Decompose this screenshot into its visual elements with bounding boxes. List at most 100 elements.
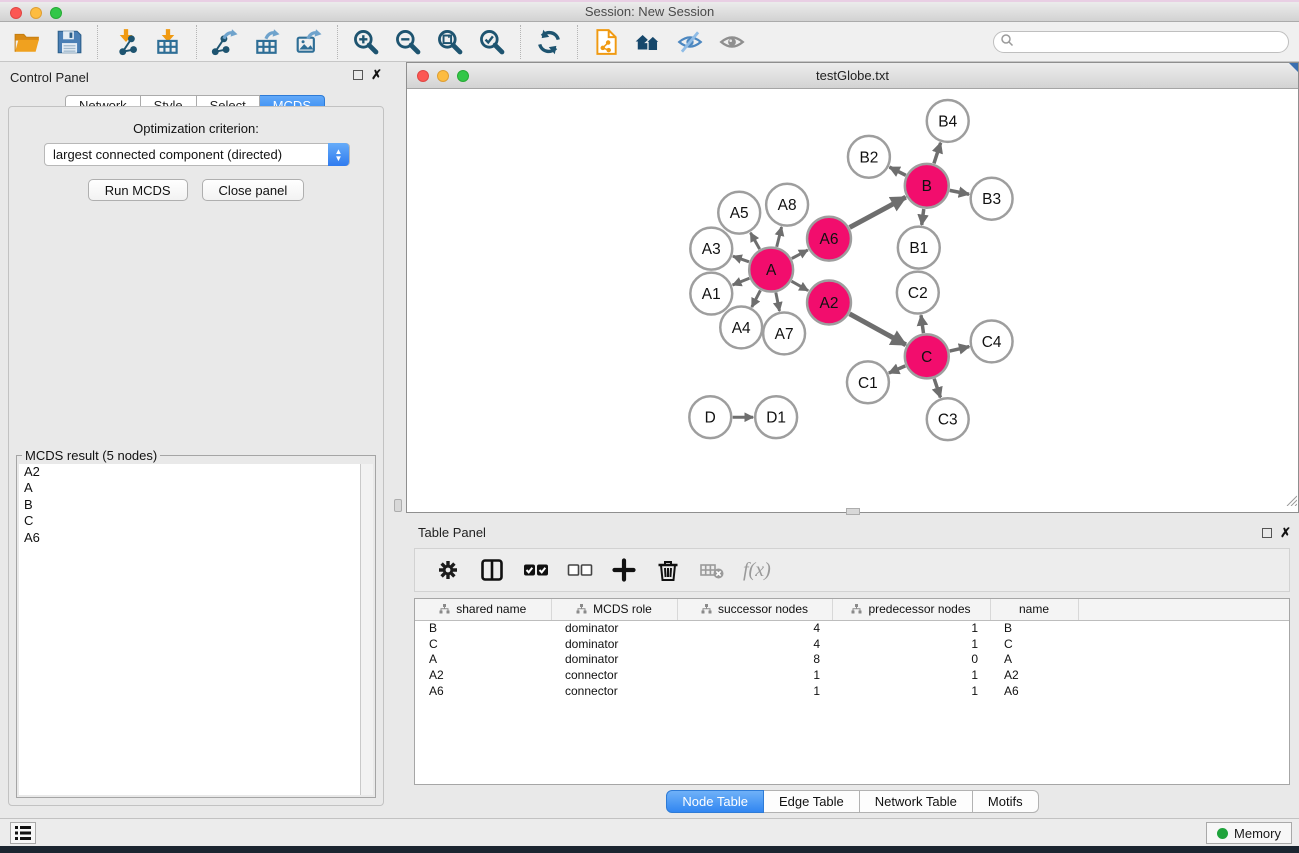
table-cell[interactable]: connector [551, 667, 677, 683]
graph-node-C3[interactable]: C3 [927, 398, 969, 440]
table-cell[interactable]: 1 [832, 683, 990, 699]
graph-node-A6[interactable]: A6 [807, 217, 851, 261]
graph-node-C2[interactable]: C2 [897, 272, 939, 314]
export-network-button[interactable] [204, 24, 246, 60]
splitter-grip[interactable] [394, 499, 402, 512]
table-cell[interactable]: 8 [677, 651, 832, 667]
graph-edge-A6-B[interactable] [850, 197, 906, 227]
graph-edge-A-A3[interactable] [733, 256, 749, 262]
column-header-predecessor-nodes[interactable]: predecessor nodes [832, 599, 990, 620]
graph-node-B4[interactable]: B4 [927, 100, 969, 142]
run-mcds-button[interactable]: Run MCDS [88, 179, 188, 201]
task-history-button[interactable] [10, 822, 36, 844]
close-window-button[interactable] [10, 7, 22, 19]
table-cell[interactable]: C [990, 636, 1078, 652]
table-cell[interactable] [1078, 651, 1289, 667]
graph-node-A[interactable]: A [749, 248, 793, 292]
column-header-successor-nodes[interactable]: successor nodes [677, 599, 832, 620]
import-table-button[interactable] [147, 24, 189, 60]
table-cell[interactable]: 4 [677, 620, 832, 636]
column-header-MCDS-role[interactable]: MCDS role [551, 599, 677, 620]
graph-edge-A-A2[interactable] [791, 281, 808, 290]
table-cell[interactable] [1078, 636, 1289, 652]
hide-details-button[interactable] [669, 24, 711, 60]
table-cell[interactable]: B [990, 620, 1078, 636]
graph-edge-C-C1[interactable] [889, 366, 905, 373]
mcds-result-item[interactable]: C [19, 513, 360, 529]
table-cell[interactable]: 1 [832, 667, 990, 683]
graph-edge-A-A7[interactable] [776, 293, 780, 311]
graph-edge-B-B3[interactable] [950, 190, 969, 194]
tab-network-table[interactable]: Network Table [860, 790, 973, 813]
table-cell[interactable]: 1 [832, 636, 990, 652]
table-row[interactable]: Bdominator41B [415, 620, 1289, 636]
export-table-button[interactable] [246, 24, 288, 60]
graph-node-B3[interactable]: B3 [971, 178, 1013, 220]
graph-node-A1[interactable]: A1 [690, 273, 732, 315]
table-row[interactable]: Cdominator41C [415, 636, 1289, 652]
graph-edge-A-A6[interactable] [792, 250, 808, 259]
select-columns-button[interactable] [479, 557, 505, 583]
tab-motifs[interactable]: Motifs [973, 790, 1039, 813]
graph-edge-A-A5[interactable] [750, 233, 759, 249]
table-cell[interactable]: A6 [990, 683, 1078, 699]
window-resize-grip[interactable] [1284, 493, 1297, 511]
maximize-window-button[interactable] [50, 7, 62, 19]
mcds-result-item[interactable]: A [19, 480, 360, 496]
mcds-result-item[interactable]: A2 [19, 464, 360, 480]
table-cell[interactable]: 1 [677, 667, 832, 683]
graph-edge-A-A8[interactable] [777, 227, 782, 247]
table-cell[interactable]: C [415, 636, 551, 652]
zoom-fit-button[interactable] [429, 24, 471, 60]
table-cell[interactable]: dominator [551, 636, 677, 652]
table-settings-button[interactable] [435, 557, 461, 583]
criterion-select[interactable]: largest connected component (directed) ▲… [44, 143, 350, 166]
graph-node-C[interactable]: C [905, 334, 949, 378]
table-cell[interactable]: 1 [677, 683, 832, 699]
mcds-list-scrollbar[interactable] [360, 464, 373, 795]
graph-node-D1[interactable]: D1 [755, 396, 797, 438]
table-cell[interactable]: B [415, 620, 551, 636]
graph-edge-C-C4[interactable] [950, 347, 970, 351]
table-cell[interactable]: dominator [551, 620, 677, 636]
table-row[interactable]: Adominator80A [415, 651, 1289, 667]
graph-edge-B-B2[interactable] [889, 167, 905, 175]
table-cell[interactable]: A2 [415, 667, 551, 683]
graph-node-C4[interactable]: C4 [971, 320, 1013, 362]
table-cell[interactable]: A2 [990, 667, 1078, 683]
show-all-columns-button[interactable] [523, 557, 549, 583]
graph-node-B1[interactable]: B1 [898, 227, 940, 269]
table-cell[interactable] [1078, 667, 1289, 683]
close-table-panel-icon[interactable]: ✗ [1280, 528, 1291, 538]
search-input[interactable] [1014, 33, 1288, 51]
tab-node-table[interactable]: Node Table [666, 790, 764, 813]
search-box[interactable] [993, 31, 1289, 53]
mcds-result-item[interactable]: B [19, 497, 360, 513]
table-row[interactable]: A6connector11A6 [415, 683, 1289, 699]
tab-edge-table[interactable]: Edge Table [764, 790, 860, 813]
graph-edge-B-B4[interactable] [934, 143, 941, 164]
graph-node-A7[interactable]: A7 [763, 312, 805, 354]
graph-node-A8[interactable]: A8 [766, 184, 808, 226]
network-canvas[interactable]: A5A8A6A3AA1A4A7A2B2BB4B3B1C2C4CC1C3DD1 [407, 89, 1298, 512]
delete-columns-button[interactable] [655, 557, 681, 583]
export-image-button[interactable] [288, 24, 330, 60]
table-cell[interactable] [1078, 620, 1289, 636]
graph-edge-A2-C[interactable] [850, 314, 906, 345]
close-panel-icon[interactable]: ✗ [371, 70, 382, 80]
table-cell[interactable]: 0 [832, 651, 990, 667]
graph-node-B2[interactable]: B2 [848, 136, 890, 178]
table-cell[interactable]: A [415, 651, 551, 667]
maximize-view-button[interactable] [457, 70, 469, 82]
network-document-button[interactable] [585, 24, 627, 60]
minimize-view-button[interactable] [437, 70, 449, 82]
column-header-shared-name[interactable]: shared name [415, 599, 551, 620]
refresh-view-button[interactable] [528, 24, 570, 60]
close-panel-button[interactable]: Close panel [202, 179, 305, 201]
graph-node-C1[interactable]: C1 [847, 361, 889, 403]
mcds-result-list[interactable]: A2ABCA6 [19, 464, 360, 795]
graph-edge-C-C2[interactable] [921, 315, 923, 333]
float-table-panel-icon[interactable] [1262, 528, 1272, 538]
show-details-button[interactable] [711, 24, 753, 60]
graph-node-D[interactable]: D [689, 396, 731, 438]
